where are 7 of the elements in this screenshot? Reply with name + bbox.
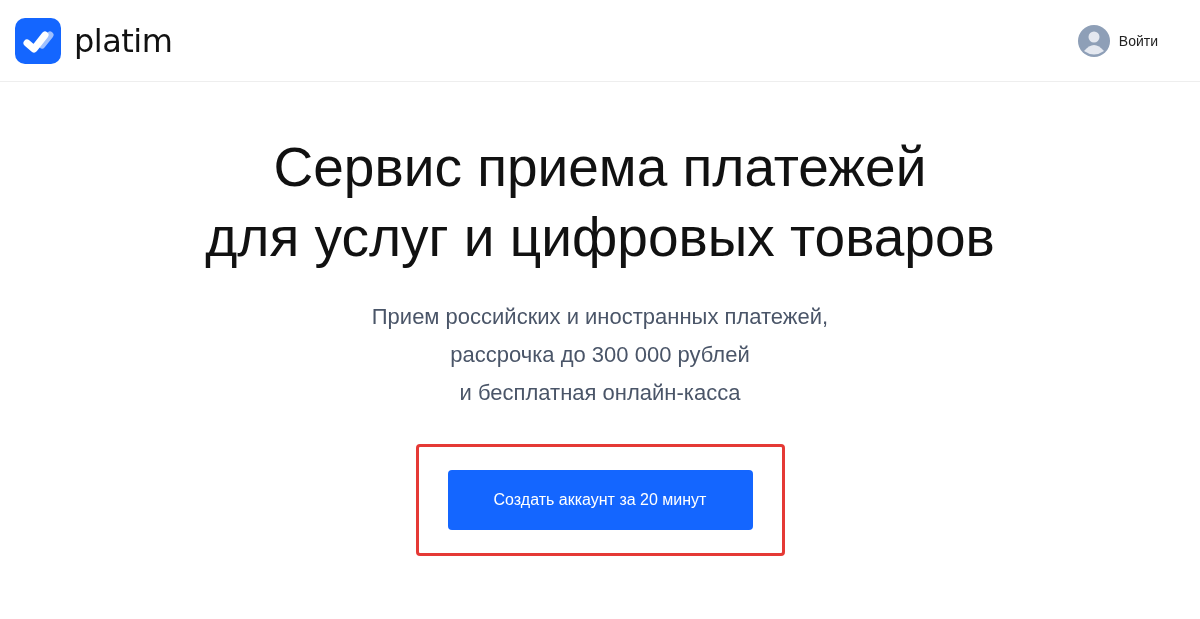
hero-title: Сервис приема платежей для услуг и цифровых товаров xyxy=(205,135,995,270)
hero-subtitle: Прием российских и иностранных платежей, рассрочка до 300 000 рублей и бесплатная онлайн-касса xyxy=(371,303,829,407)
avatar-icon xyxy=(1077,24,1110,57)
logo-text: platim xyxy=(74,21,173,60)
logo-icon xyxy=(15,17,61,64)
login-link[interactable]: Войти xyxy=(1077,24,1158,57)
create-account-button[interactable]: Создать аккаунт за 20 минут xyxy=(447,470,753,530)
